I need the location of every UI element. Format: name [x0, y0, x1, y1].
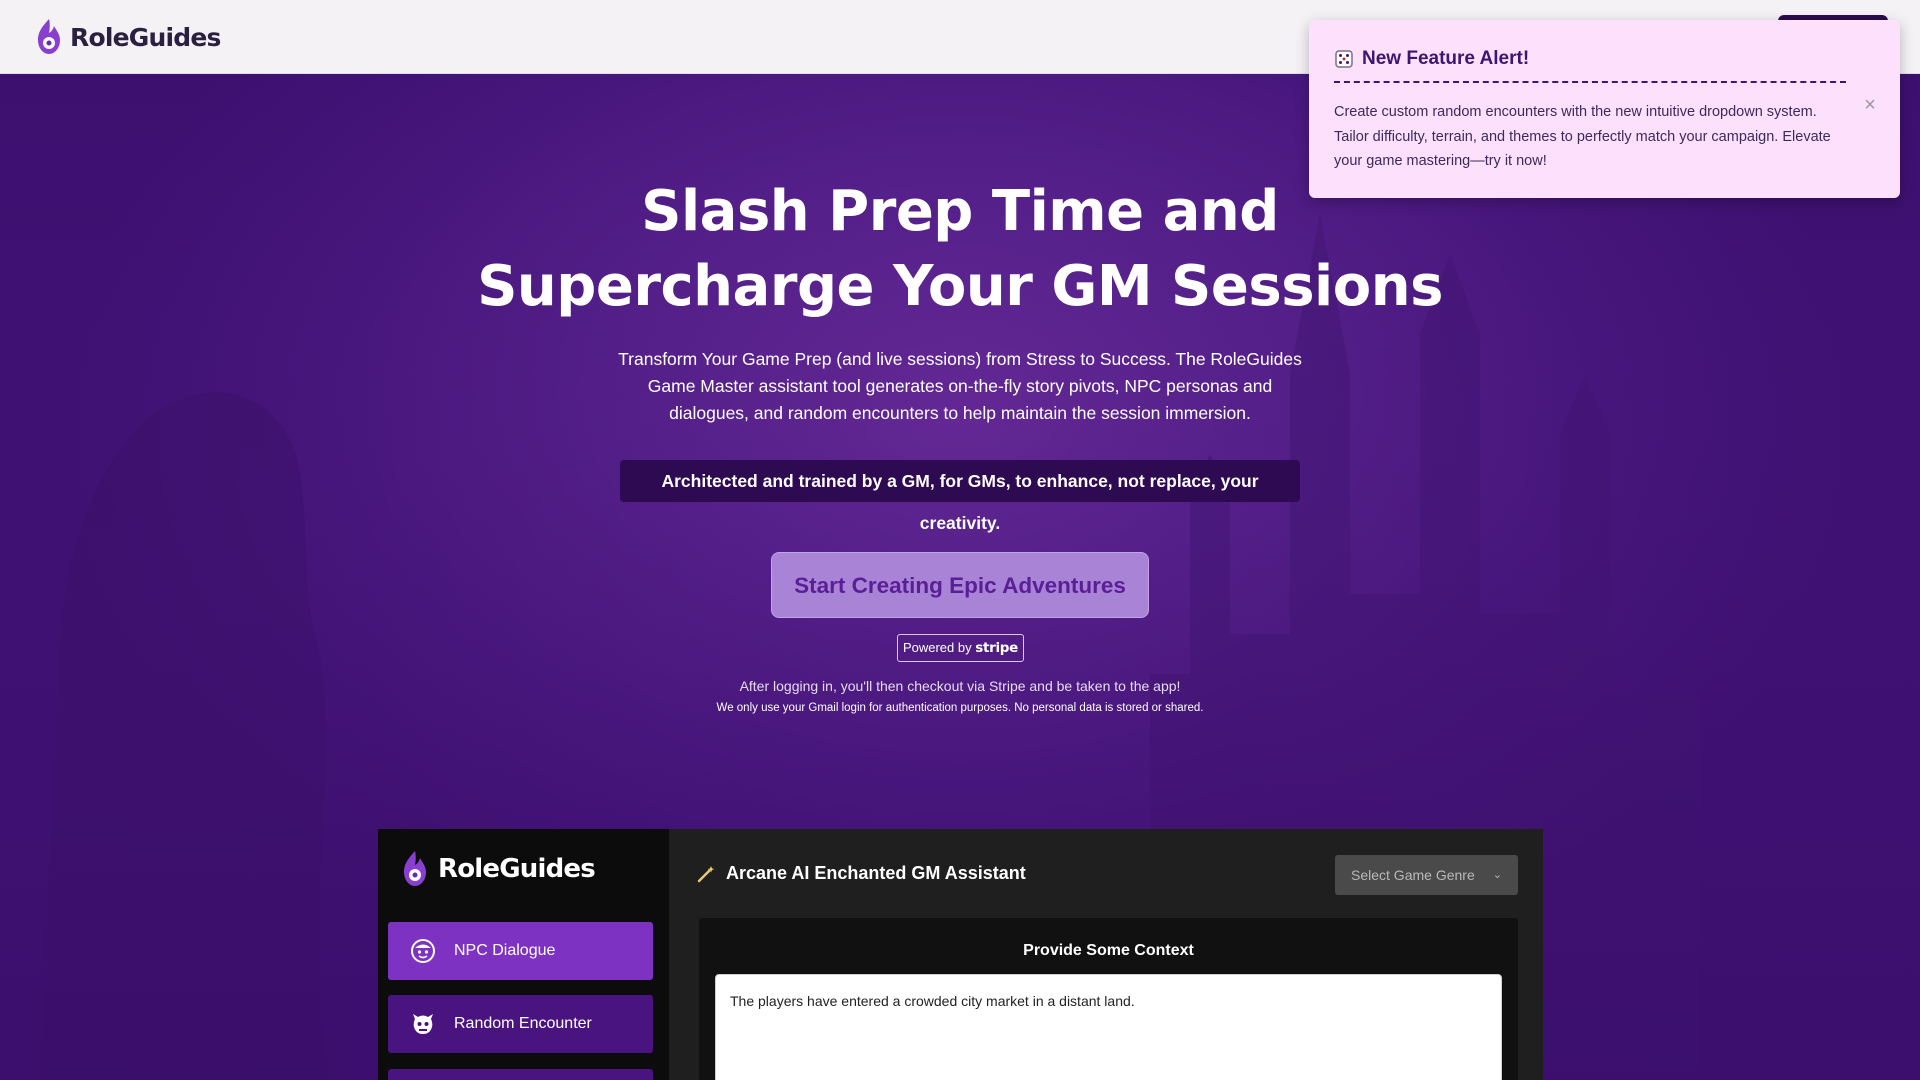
- sidebar-item-npc-dialogue[interactable]: NPC Dialogue: [388, 922, 653, 980]
- context-card: Provide Some Context The players have en…: [699, 918, 1518, 1080]
- flame-pin-logo-icon: [404, 851, 426, 886]
- context-textarea[interactable]: The players have entered a crowded city …: [715, 974, 1502, 1080]
- sidebar-item-label: NPC Dialogue: [454, 942, 556, 959]
- context-title: Provide Some Context: [1023, 942, 1194, 959]
- hero-tagline: Architected and trained by a GM, for GMs…: [620, 460, 1300, 533]
- game-genre-select[interactable]: Select Game Genre ⌄: [1335, 855, 1518, 895]
- preview-brand: RoleGuides: [400, 849, 596, 889]
- flame-pin-logo-icon: [38, 19, 60, 54]
- brand-link[interactable]: RoleGuides: [34, 18, 221, 56]
- preview-brand-name: RoleGuides: [438, 854, 596, 884]
- assistant-title: Arcane AI Enchanted GM Assistant: [696, 863, 1026, 884]
- brand-name: RoleGuides: [70, 22, 221, 52]
- feature-alert: New Feature Alert! Create custom random …: [1309, 20, 1900, 198]
- start-creating-button[interactable]: Start Creating Epic Adventures: [771, 552, 1149, 618]
- assistant-title-text: Arcane AI Enchanted GM Assistant: [726, 863, 1026, 883]
- app-preview: RoleGuides NPC Dialogue Random Encounter: [378, 829, 1543, 1080]
- magic-wand-icon: [697, 865, 715, 882]
- stripe-prefix: Powered by: [902, 640, 972, 655]
- alert-divider: [1334, 81, 1846, 83]
- monster-icon: [413, 1014, 433, 1034]
- genre-placeholder: Select Game Genre: [1351, 867, 1475, 883]
- sidebar-item-label: Random Encounter: [454, 1015, 592, 1032]
- preview-sidebar: RoleGuides NPC Dialogue Random Encounter: [378, 829, 669, 1080]
- chevron-down-icon: ⌄: [1492, 869, 1502, 881]
- alert-body: Create custom random encounters with the…: [1334, 104, 1831, 169]
- dice-icon: [1335, 50, 1353, 68]
- alert-heading: New Feature Alert!: [1334, 48, 1529, 70]
- powered-by-stripe-badge[interactable]: Powered by stripe: [897, 634, 1024, 662]
- npc-face-icon: [411, 939, 435, 963]
- alert-title: New Feature Alert!: [1362, 48, 1530, 69]
- close-icon[interactable]: ×: [1860, 95, 1880, 115]
- sidebar-item-partial[interactable]: [388, 1069, 653, 1080]
- headline-line-2: Supercharge Your GM Sessions: [477, 254, 1443, 319]
- sidebar-item-random-encounter[interactable]: Random Encounter: [388, 995, 653, 1053]
- privacy-note: We only use your Gmail login for authent…: [716, 702, 1204, 714]
- hero-subcopy: Transform Your Game Prep (and live sessi…: [618, 349, 1302, 423]
- checkout-note: After logging in, you'll then checkout v…: [739, 678, 1181, 694]
- stripe-wordmark: stripe: [975, 640, 1019, 656]
